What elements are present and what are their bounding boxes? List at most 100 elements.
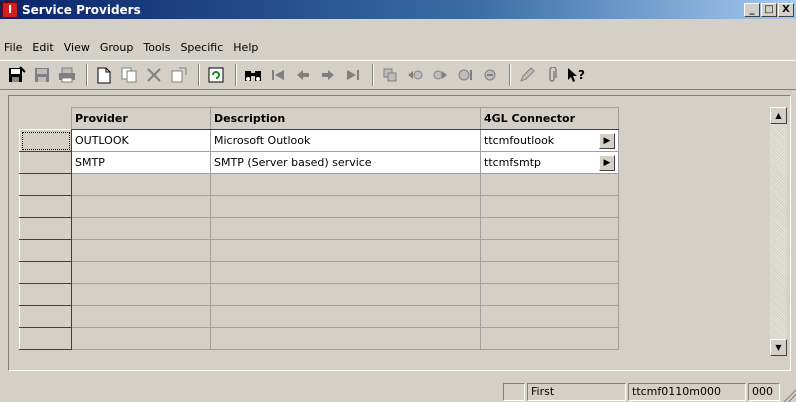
- save-icon[interactable]: [31, 64, 53, 86]
- cell-description[interactable]: [210, 261, 481, 284]
- cell-provider[interactable]: [71, 327, 211, 350]
- cell-provider[interactable]: [71, 261, 211, 284]
- cell-provider[interactable]: [71, 305, 211, 328]
- group-last-icon[interactable]: [454, 64, 476, 86]
- row-selector[interactable]: [19, 217, 72, 240]
- group-next-icon[interactable]: [429, 64, 451, 86]
- find-icon[interactable]: [242, 64, 264, 86]
- vertical-scrollbar[interactable]: ▲ ▼: [770, 107, 787, 356]
- toolbar-separator: [372, 64, 374, 86]
- attachment-icon[interactable]: [541, 64, 563, 86]
- table-row[interactable]: SMTP SMTP (Server based) service ttcmfsm…: [19, 151, 619, 174]
- grid-header-row: Provider Description 4GL Connector: [20, 107, 619, 130]
- cell-provider[interactable]: SMTP: [71, 151, 211, 174]
- row-selector[interactable]: [19, 239, 72, 262]
- cell-provider[interactable]: [71, 217, 211, 240]
- status-blank: [503, 383, 525, 401]
- menu-edit[interactable]: Edit: [27, 41, 58, 54]
- whats-this-help-icon[interactable]: ?: [566, 64, 588, 86]
- cell-description[interactable]: [210, 327, 481, 350]
- cell-provider[interactable]: [71, 239, 211, 262]
- row-selector[interactable]: [19, 305, 72, 328]
- cell-provider[interactable]: OUTLOOK: [71, 129, 211, 152]
- zoom-arrow-icon[interactable]: ▶: [599, 132, 615, 149]
- group-previous-icon[interactable]: [404, 64, 426, 86]
- cell-description[interactable]: [210, 217, 481, 240]
- row-selector[interactable]: [19, 283, 72, 306]
- menu-tools[interactable]: Tools: [138, 41, 175, 54]
- cell-connector[interactable]: [480, 195, 619, 218]
- zoom-arrow-icon[interactable]: ▶: [599, 154, 615, 171]
- cell-description[interactable]: [210, 283, 481, 306]
- cell-connector[interactable]: [480, 261, 619, 284]
- menu-help[interactable]: Help: [228, 41, 263, 54]
- cell-connector[interactable]: [480, 305, 619, 328]
- group-extra-icon[interactable]: [479, 64, 501, 86]
- table-row-empty[interactable]: [19, 283, 619, 306]
- group-first-icon[interactable]: [379, 64, 401, 86]
- edit-text-icon[interactable]: [516, 64, 538, 86]
- next-record-icon[interactable]: [317, 64, 339, 86]
- cell-description[interactable]: [210, 195, 481, 218]
- cell-provider[interactable]: [71, 173, 211, 196]
- menu-file[interactable]: File: [0, 41, 27, 54]
- providers-table: Provider Description 4GL Connector OUTLO…: [19, 107, 619, 350]
- save-and-close-icon[interactable]: [6, 64, 28, 86]
- title-bar[interactable]: I Service Providers _ □ X: [0, 0, 796, 19]
- row-selector[interactable]: [19, 195, 72, 218]
- row-selector[interactable]: [19, 261, 72, 284]
- cell-connector[interactable]: ttcmfoutlook ▶: [480, 129, 619, 152]
- cell-provider[interactable]: [71, 283, 211, 306]
- menu-group[interactable]: Group: [95, 41, 139, 54]
- cell-description[interactable]: [210, 239, 481, 262]
- cell-description[interactable]: SMTP (Server based) service: [210, 151, 481, 174]
- refresh-icon[interactable]: [205, 64, 227, 86]
- first-record-icon[interactable]: [267, 64, 289, 86]
- table-row-empty[interactable]: [19, 261, 619, 284]
- cell-description[interactable]: [210, 173, 481, 196]
- scroll-down-icon[interactable]: ▼: [770, 339, 787, 356]
- scroll-up-icon[interactable]: ▲: [770, 107, 787, 124]
- menu-specific[interactable]: Specific: [175, 41, 228, 54]
- table-row[interactable]: OUTLOOK Microsoft Outlook ttcmfoutlook ▶: [19, 129, 619, 152]
- cell-connector[interactable]: [480, 173, 619, 196]
- maximize-button[interactable]: □: [761, 2, 777, 17]
- resize-grip[interactable]: [783, 389, 796, 402]
- cell-description[interactable]: Microsoft Outlook: [210, 129, 481, 152]
- cell-connector[interactable]: ttcmfsmtp ▶: [480, 151, 619, 174]
- cell-connector[interactable]: [480, 217, 619, 240]
- cell-connector[interactable]: [480, 283, 619, 306]
- column-header-connector[interactable]: 4GL Connector: [480, 107, 619, 130]
- row-selector[interactable]: [19, 173, 72, 196]
- connector-value: ttcmfsmtp: [484, 156, 542, 169]
- svg-text:?: ?: [578, 68, 585, 82]
- delete-icon[interactable]: [143, 64, 165, 86]
- table-row-empty[interactable]: [19, 305, 619, 328]
- new-icon[interactable]: [93, 64, 115, 86]
- table-row-empty[interactable]: [19, 327, 619, 350]
- close-button[interactable]: X: [778, 2, 794, 17]
- table-row-empty[interactable]: [19, 239, 619, 262]
- cell-description[interactable]: [210, 305, 481, 328]
- cell-connector[interactable]: [480, 239, 619, 262]
- table-row-empty[interactable]: [19, 217, 619, 240]
- table-row-empty[interactable]: [19, 173, 619, 196]
- menu-view[interactable]: View: [59, 41, 95, 54]
- row-selector[interactable]: [19, 129, 72, 152]
- row-selector[interactable]: [19, 327, 72, 350]
- previous-record-icon[interactable]: [292, 64, 314, 86]
- toolbar-separator: [198, 64, 200, 86]
- column-header-description[interactable]: Description: [210, 107, 481, 130]
- copy-icon[interactable]: [118, 64, 140, 86]
- print-icon[interactable]: [56, 64, 78, 86]
- duplicate-icon[interactable]: [168, 64, 190, 86]
- last-record-icon[interactable]: [342, 64, 364, 86]
- column-header-provider[interactable]: Provider: [71, 107, 211, 130]
- status-session-code: ttcmf0110m000: [628, 383, 746, 401]
- table-row-empty[interactable]: [19, 195, 619, 218]
- cell-connector[interactable]: [480, 327, 619, 350]
- minimize-button[interactable]: _: [744, 2, 760, 17]
- cell-provider[interactable]: [71, 195, 211, 218]
- app-icon[interactable]: I: [2, 1, 18, 18]
- row-selector[interactable]: [19, 151, 72, 174]
